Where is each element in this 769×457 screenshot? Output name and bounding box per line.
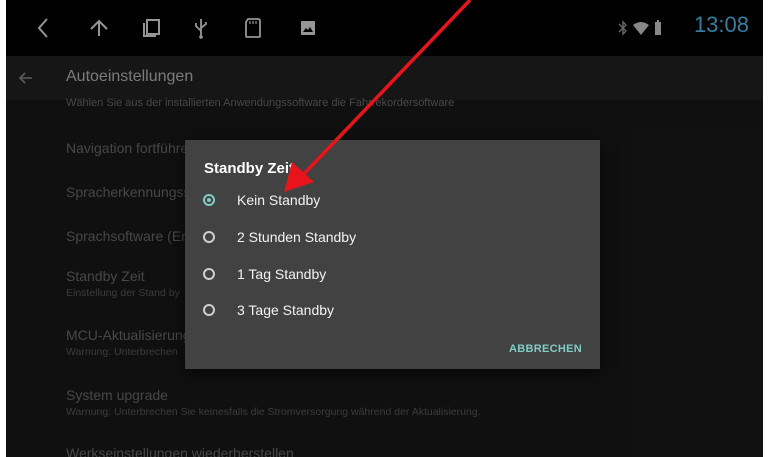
android-screen: 13:08 Autoeinstellungen Wählen Sie aus d… <box>6 0 763 457</box>
radio-unchecked-icon[interactable] <box>203 304 215 316</box>
option-label: Kein Standby <box>237 192 321 208</box>
option-label: 2 Stunden Standby <box>237 229 357 245</box>
dialog-title: Standby Zeit <box>204 160 295 177</box>
option-1-tag-standby[interactable]: 1 Tag Standby <box>203 258 583 290</box>
radio-unchecked-icon[interactable] <box>203 268 215 280</box>
radio-unchecked-icon[interactable] <box>203 231 215 243</box>
option-kein-standby[interactable]: Kein Standby <box>203 184 583 216</box>
standby-time-dialog: Standby Zeit Kein Standby 2 Stunden Stan… <box>185 140 600 369</box>
cancel-button[interactable]: ABBRECHEN <box>509 343 582 355</box>
option-2-stunden-standby[interactable]: 2 Stunden Standby <box>203 221 583 253</box>
option-label: 3 Tage Standby <box>237 302 335 318</box>
option-3-tage-standby[interactable]: 3 Tage Standby <box>203 294 583 326</box>
radio-checked-icon[interactable] <box>203 194 215 206</box>
option-label: 1 Tag Standby <box>237 266 327 282</box>
